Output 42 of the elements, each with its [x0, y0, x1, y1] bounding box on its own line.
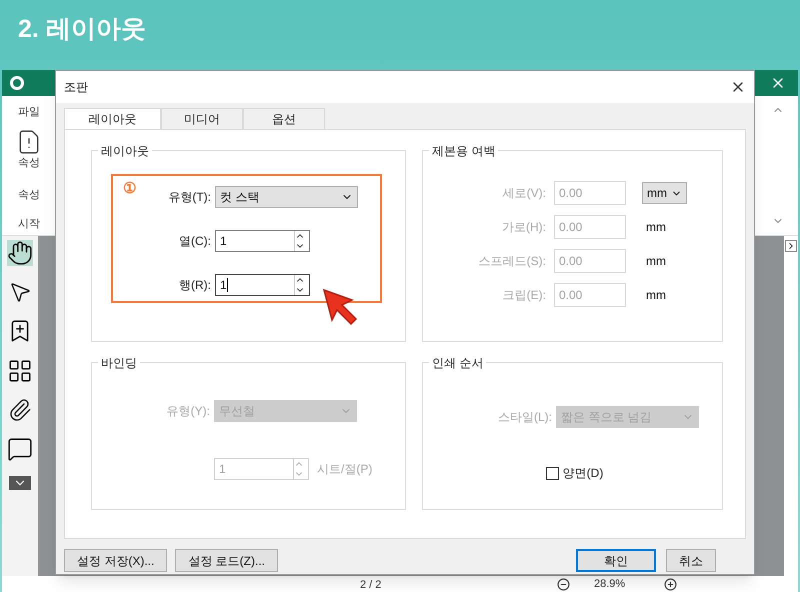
- paperclip-icon[interactable]: [8, 398, 32, 422]
- field-label: 유형(Y):: [166, 403, 210, 420]
- more-icon[interactable]: [9, 476, 31, 490]
- field-label: 가로(H):: [501, 219, 546, 236]
- app-logo-icon: [10, 76, 24, 90]
- banner-title: 2. 레이아웃: [18, 14, 146, 46]
- dialog-button[interactable]: 확인: [576, 549, 656, 572]
- field-label: 유형(T):: [167, 189, 211, 206]
- dialog-button[interactable]: 설정 로드(Z)...: [175, 549, 278, 572]
- checkbox[interactable]: [546, 466, 559, 480]
- unit-label: mm: [646, 287, 666, 304]
- field-label: 스타일(L):: [497, 409, 552, 426]
- spin-field[interactable]: 1: [215, 274, 310, 296]
- nav-tab[interactable]: 시작: [18, 216, 40, 232]
- unit-label: mm: [646, 253, 666, 270]
- ribbon-group-label: 속성: [18, 188, 40, 203]
- step-number: ①: [123, 179, 136, 199]
- tab[interactable]: 옵션: [243, 108, 325, 129]
- field-label: 세로(V):: [502, 185, 546, 202]
- zoom-level: 28.9%: [594, 576, 626, 592]
- comment-icon[interactable]: [7, 436, 33, 462]
- field-label: 시트/절(P): [317, 461, 372, 478]
- tab[interactable]: 미디어: [161, 108, 243, 129]
- tab[interactable]: 레이아웃: [64, 108, 161, 129]
- field-label: 열(C):: [178, 233, 211, 250]
- checkbox-label: 양면(D): [562, 465, 604, 482]
- field-label: 크립(E):: [502, 287, 546, 304]
- zoom-in-icon[interactable]: [664, 578, 677, 590]
- thumbnails-icon[interactable]: [7, 358, 33, 384]
- ribbon-button[interactable]: 속성: [16, 128, 42, 171]
- dialog-button[interactable]: 설정 저장(X)...: [64, 549, 168, 572]
- page-indicator: 2 / 2: [360, 578, 382, 592]
- dropdown[interactable]: 컷 스택: [215, 186, 358, 208]
- menu-tab[interactable]: 파일: [18, 104, 40, 120]
- spin-field[interactable]: 1: [215, 230, 310, 252]
- dialog-title: 조판: [64, 79, 88, 96]
- dialog-button[interactable]: 취소: [666, 549, 716, 572]
- field-label: 행(R):: [178, 277, 211, 294]
- field-label: 스프레드(S):: [478, 253, 546, 270]
- hand-icon[interactable]: [7, 240, 33, 266]
- zoom-out-icon[interactable]: [557, 578, 570, 590]
- unit-label: mm: [646, 219, 666, 236]
